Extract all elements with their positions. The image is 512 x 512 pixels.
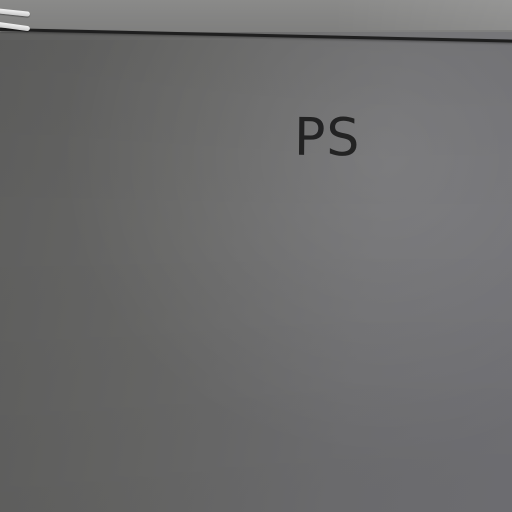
panel-surface xyxy=(0,40,512,512)
top-edge-strip xyxy=(0,0,512,32)
photo-scene: PS xyxy=(0,0,512,512)
metal-clip-icon xyxy=(0,6,31,38)
clip-bar-lower xyxy=(0,21,31,32)
ps-label: PS xyxy=(293,107,361,169)
clip-bar-upper xyxy=(0,8,31,17)
